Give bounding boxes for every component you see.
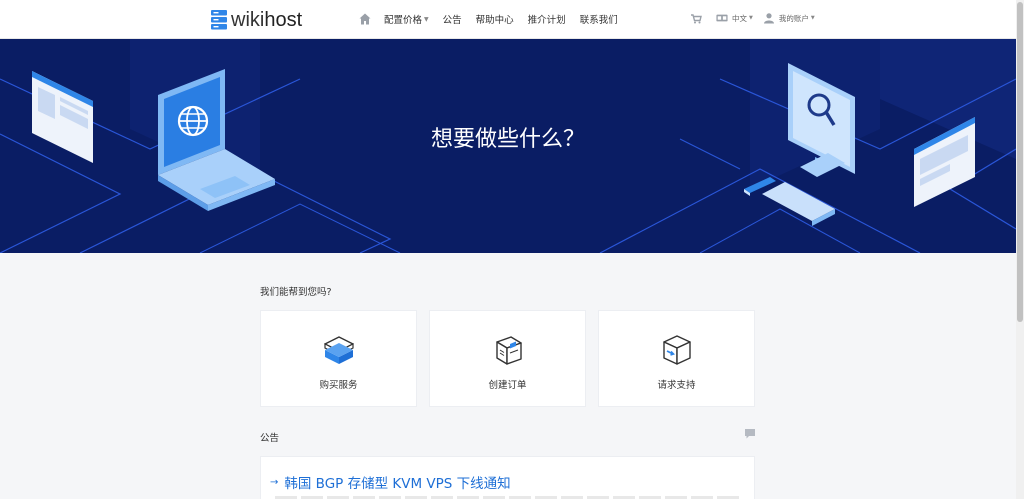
cart-button[interactable] xyxy=(690,12,706,24)
card-create-order[interactable]: 创建订单 xyxy=(429,310,586,407)
help-cards: 购买服务 创建订单 请求支持 xyxy=(260,310,755,407)
card-buy-service[interactable]: 购买服务 xyxy=(260,310,417,407)
comment-icon[interactable] xyxy=(744,428,756,439)
package-icon xyxy=(495,336,522,365)
server-stack-icon xyxy=(211,10,227,30)
language-label: 中文 xyxy=(732,13,747,23)
main-nav: 配置价格 ▼ 公告 帮助中心 推介计划 联系我们 xyxy=(358,12,632,26)
nav-item-pricing[interactable]: 配置价格 ▼ xyxy=(384,12,429,26)
scrollbar-thumb[interactable] xyxy=(1017,2,1023,322)
cart-icon xyxy=(691,14,702,24)
nav-item-label: 帮助中心 xyxy=(475,15,514,26)
logo-text-suffix: host xyxy=(264,8,303,31)
nav-item-label: 联系我们 xyxy=(579,15,618,26)
nav-item-label: 配置价格 xyxy=(384,15,423,26)
card-label: 创建订单 xyxy=(488,380,527,391)
nav-item-contact[interactable]: 联系我们 xyxy=(580,12,618,26)
announcement-title: 韩国 BGP 存储型 KVM VPS 下线通知 xyxy=(284,476,511,492)
user-nav: 中文 ▼ 我的账户 ▼ xyxy=(690,12,825,24)
arrow-right-icon: → xyxy=(270,476,279,488)
nav-item-label: 公告 xyxy=(442,15,462,26)
nav-item-affiliate[interactable]: 推介计划 xyxy=(528,12,566,26)
help-section-title: 我们能帮到您吗? xyxy=(260,287,332,298)
user-icon xyxy=(763,13,774,24)
announcement-title-link[interactable]: → 韩国 BGP 存储型 KVM VPS 下线通知 xyxy=(270,472,511,492)
language-selector[interactable]: 中文 ▼ xyxy=(716,12,753,24)
nav-item-label: 推介计划 xyxy=(527,15,566,26)
page-scrollbar[interactable] xyxy=(1016,0,1024,499)
card-request-support[interactable]: 请求支持 xyxy=(598,310,755,407)
account-label: 我的账户 xyxy=(778,13,809,23)
announcement-item[interactable]: → 韩国 BGP 存储型 KVM VPS 下线通知 xyxy=(260,456,755,499)
box-icon xyxy=(323,336,354,364)
logo[interactable]: wiki host xyxy=(211,8,302,32)
language-icon xyxy=(716,14,728,22)
card-label: 请求支持 xyxy=(657,380,696,391)
announcements-section-title: 公告 xyxy=(260,433,280,444)
nav-item-help-center[interactable]: 帮助中心 xyxy=(476,12,514,26)
top-navbar: wiki host 配置价格 ▼ 公告 帮助中心 推介计划 联系我们 中文 ▼ … xyxy=(0,0,1016,39)
card-label: 购买服务 xyxy=(319,380,358,391)
hero-title: 想要做些什么？ xyxy=(430,127,585,152)
nav-item-announcements[interactable]: 公告 xyxy=(443,12,462,26)
logo-text-prefix: wiki xyxy=(231,8,265,31)
account-menu[interactable]: 我的账户 ▼ xyxy=(763,12,815,24)
support-box-icon xyxy=(662,335,691,365)
hero-banner: 想要做些什么？ xyxy=(0,39,1016,253)
chevron-down-icon: ▼ xyxy=(810,15,815,21)
chevron-down-icon: ▼ xyxy=(424,15,429,23)
chevron-down-icon: ▼ xyxy=(749,15,753,21)
home-icon[interactable] xyxy=(358,12,372,26)
